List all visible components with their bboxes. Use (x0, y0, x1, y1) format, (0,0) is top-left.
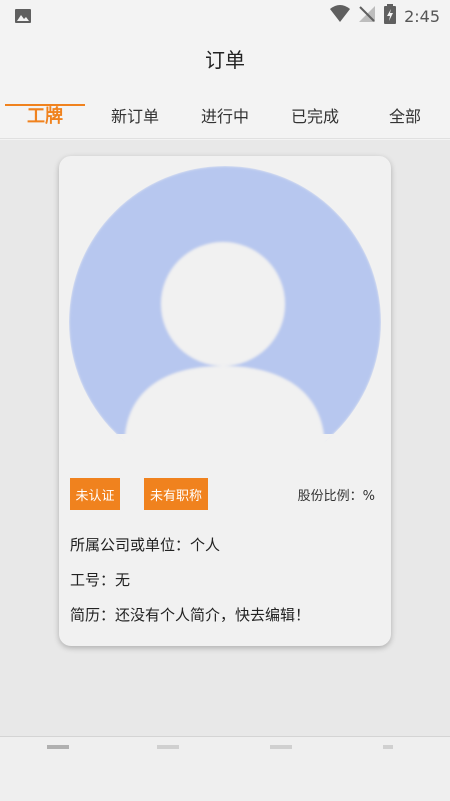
tab-all[interactable]: 全部 (360, 92, 450, 138)
tab-badge[interactable]: 工牌 (0, 92, 90, 138)
active-tab-indicator (5, 104, 85, 106)
tab-in-progress[interactable]: 进行中 (180, 92, 270, 138)
work-badge-card: 未认证 未有职称 股份比例：% 所属公司或单位：个人 工号：无 简历：还没有个人… (59, 156, 391, 646)
page-title: 订单 (205, 48, 245, 72)
bottom-navigation (0, 736, 450, 801)
bottom-nav-item-1-icon[interactable] (47, 745, 69, 749)
status-time: 2:45 (404, 6, 440, 26)
top-bar: 订单 工牌 新订单 进行中 已完成 全部 (0, 32, 450, 140)
employee-number: 工号：无 (70, 571, 131, 589)
share-ratio-label: 股份比例：% (297, 488, 375, 504)
battery-icon (384, 4, 397, 28)
gallery-notification-icon (14, 7, 32, 29)
avatar[interactable] (69, 166, 381, 478)
default-avatar-icon (69, 166, 381, 478)
bottom-nav-item-3-icon[interactable] (270, 745, 292, 749)
wifi-icon (330, 5, 351, 27)
bottom-nav-item-4-icon[interactable] (383, 745, 393, 749)
company-info: 所属公司或单位：个人 (70, 536, 221, 554)
status-bar: 2:45 (0, 0, 450, 32)
no-signal-icon (358, 5, 376, 27)
bottom-nav-item-2-icon[interactable] (157, 745, 179, 749)
tab-divider (0, 138, 450, 139)
title-badge: 未有职称 (144, 478, 208, 510)
tab-completed[interactable]: 已完成 (270, 92, 360, 138)
tab-bar: 工牌 新订单 进行中 已完成 全部 (0, 92, 450, 140)
bio-text[interactable]: 简历：还没有个人简介，快去编辑！ (70, 604, 310, 625)
certification-badge: 未认证 (70, 478, 120, 510)
tab-new-orders[interactable]: 新订单 (90, 92, 180, 138)
